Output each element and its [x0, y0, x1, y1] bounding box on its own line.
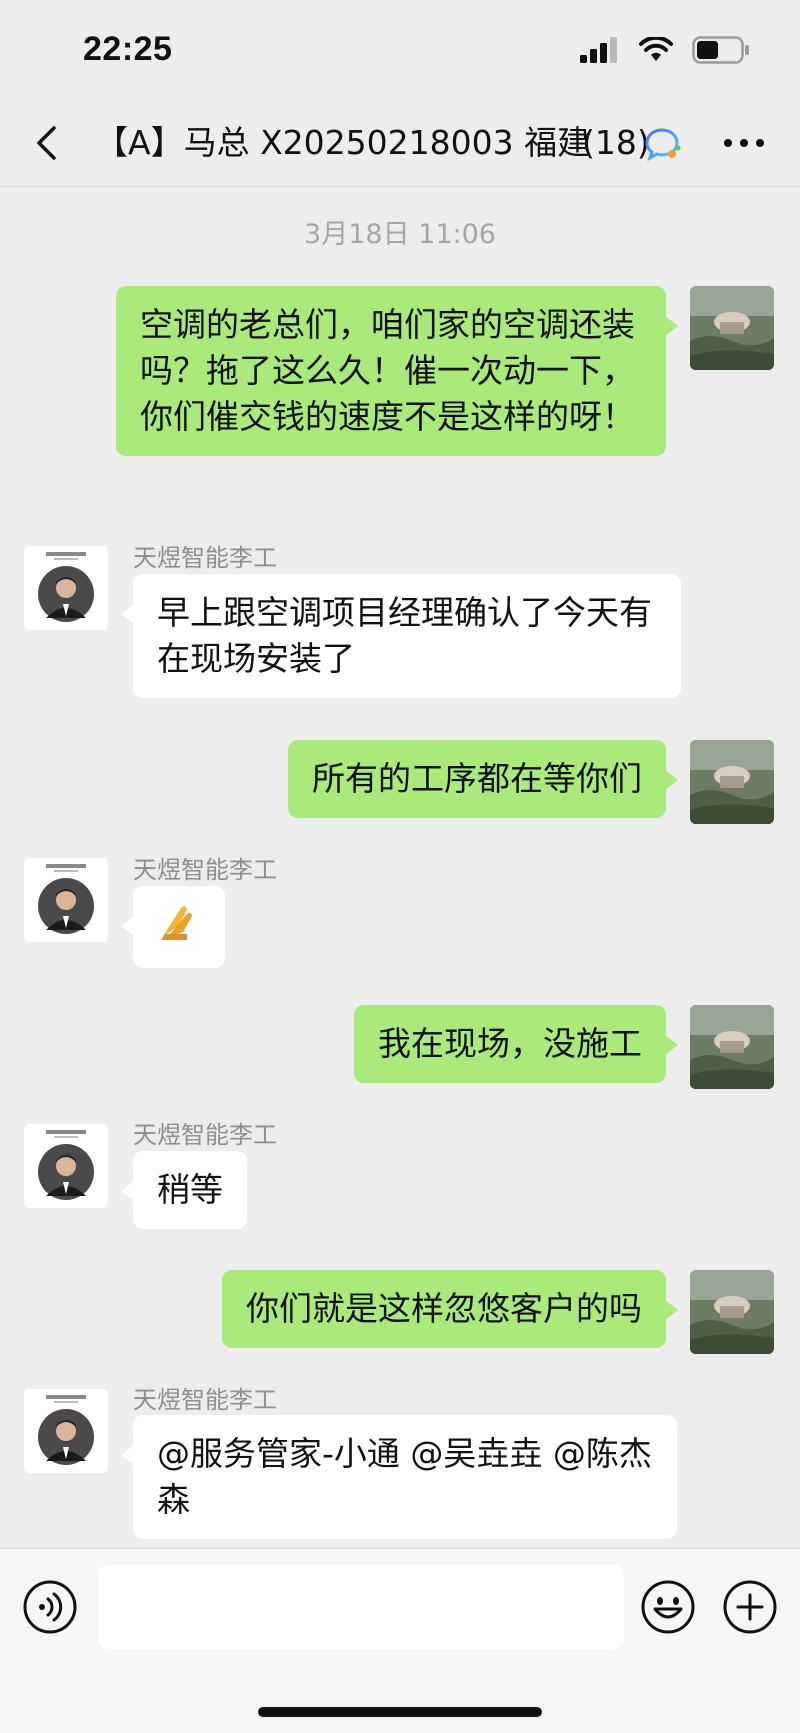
chat-title: 【A】马总 X20250218003 福建 [95, 123, 591, 162]
person-avatar-icon [24, 1389, 108, 1473]
landscape-photo-icon [690, 1005, 774, 1089]
message-bubble-received[interactable]: 稍等 [121, 1151, 247, 1229]
status-bar: 22:25 [0, 0, 800, 100]
emoji-icon[interactable] [640, 1579, 696, 1635]
my-avatar[interactable] [690, 286, 774, 370]
message-input[interactable] [98, 1565, 624, 1649]
contact-avatar[interactable] [24, 1389, 108, 1473]
my-avatar[interactable] [690, 1270, 774, 1354]
contact-avatar[interactable] [24, 546, 108, 630]
landscape-photo-icon [690, 286, 774, 370]
voice-icon[interactable] [22, 1579, 78, 1635]
message-bubble-sent[interactable]: 我在现场，没施工 [354, 1005, 678, 1083]
person-avatar-icon [24, 546, 108, 630]
contact-avatar[interactable] [24, 1124, 108, 1208]
contact-avatar[interactable] [24, 858, 108, 942]
wifi-icon [639, 37, 673, 61]
sender-name: 天煜智能李工 [133, 544, 277, 572]
message-timestamp: 3月18日 11:06 [304, 219, 496, 250]
message-bubble-received[interactable] [121, 886, 225, 968]
home-indicator [258, 1707, 542, 1717]
message-bubble-sent[interactable]: 所有的工序都在等你们 [288, 740, 678, 818]
sender-name: 天煜智能李工 [133, 1386, 277, 1414]
person-avatar-icon [24, 858, 108, 942]
chat-header: 【A】马总 X20250218003 福建 (18) [0, 100, 800, 187]
status-time: 22:25 [83, 30, 173, 68]
member-count: (18) [582, 123, 650, 162]
battery-icon [692, 36, 749, 64]
person-avatar-icon [24, 1124, 108, 1208]
chevron-left-icon[interactable] [28, 120, 68, 166]
chat-title-wrap: 【A】马总 X20250218003 福建 [95, 120, 640, 166]
landscape-photo-icon [690, 1270, 774, 1354]
message-bubble-sent[interactable]: 你们就是这样忽悠客户的吗 [222, 1270, 678, 1348]
status-icons [580, 36, 750, 64]
message-bubble-received[interactable]: @服务管家-小通 @吴垚垚 @陈杰森 [121, 1415, 677, 1539]
cellular-signal-icon [580, 37, 617, 63]
my-avatar[interactable] [690, 1005, 774, 1089]
my-avatar[interactable] [690, 740, 774, 824]
more-icon[interactable] [720, 128, 768, 158]
sender-name: 天煜智能李工 [133, 856, 277, 884]
input-bar [0, 1548, 800, 1733]
sender-name: 天煜智能李工 [133, 1121, 277, 1149]
message-bubble-received[interactable]: 早上跟空调项目经理确认了今天有在现场安装了 [121, 574, 681, 698]
praying-hands-icon [161, 906, 192, 940]
landscape-photo-icon [690, 740, 774, 824]
plus-icon[interactable] [722, 1579, 778, 1635]
message-bubble-sent[interactable]: 空调的老总们，咱们家的空调还装吗？拖了这么久！催一次动一下，你们催交钱的速度不是… [116, 286, 678, 456]
ai-search-icon[interactable] [642, 124, 682, 164]
